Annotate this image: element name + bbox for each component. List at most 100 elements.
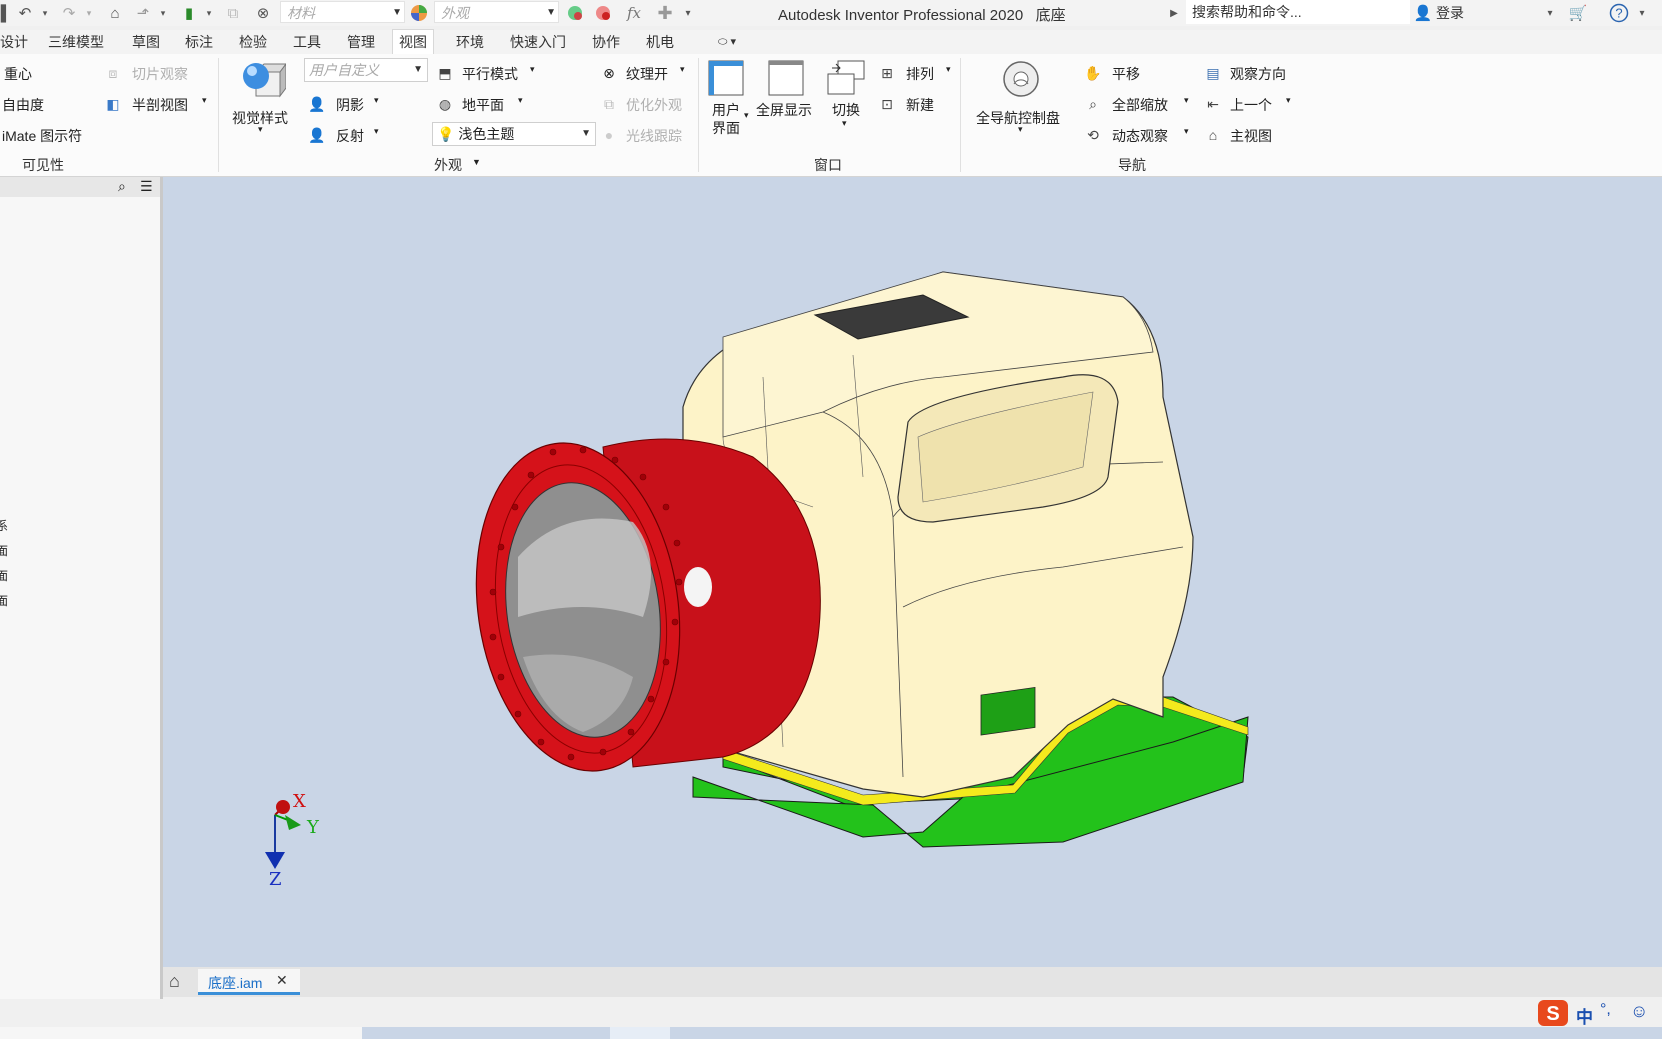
appearance-icon[interactable] bbox=[408, 2, 430, 24]
arrange-dropdown-icon[interactable]: ▾ bbox=[946, 64, 951, 75]
browser-node-partial[interactable]: 系 bbox=[0, 517, 8, 534]
parallel-mode-dropdown-icon[interactable]: ▾ bbox=[530, 64, 535, 75]
user-interface-label-1[interactable]: 用户 bbox=[712, 100, 740, 120]
app-menu-icon[interactable]: ▌ bbox=[1, 2, 12, 24]
tab-sketch[interactable]: 草图 bbox=[126, 30, 166, 54]
clear-appearance-icon[interactable] bbox=[592, 2, 614, 24]
tab-inspect[interactable]: 检验 bbox=[233, 30, 273, 54]
redo-icon[interactable]: ↷ bbox=[58, 2, 80, 24]
tab-view[interactable]: 视图 bbox=[392, 29, 434, 56]
plus-icon[interactable]: ✚ bbox=[654, 2, 676, 24]
new-window-button[interactable]: 新建 bbox=[906, 95, 934, 115]
degrees-of-freedom-button[interactable]: 自由度 bbox=[2, 95, 44, 115]
material-combo[interactable]: 材料 ▼ bbox=[280, 1, 405, 23]
arrange-button[interactable]: 排列 bbox=[906, 64, 934, 84]
tab-design[interactable]: 设计 bbox=[0, 30, 34, 54]
user-interface-dropdown-icon[interactable]: ▾ bbox=[744, 110, 749, 121]
axis-triad[interactable]: X Y Z bbox=[243, 791, 343, 897]
ime-mode-label[interactable]: 中 bbox=[1576, 1003, 1593, 1028]
reflection-button[interactable]: 反射 bbox=[336, 126, 364, 146]
shadow-button[interactable]: 阴影 bbox=[336, 95, 364, 115]
login-dropdown-icon[interactable]: ▾ bbox=[1544, 2, 1556, 24]
ime-punctuation[interactable]: °, bbox=[1600, 1001, 1611, 1019]
browser-node-partial[interactable]: 面 bbox=[0, 592, 8, 609]
tab-annotate[interactable]: 标注 bbox=[179, 30, 219, 54]
previous-dropdown-icon[interactable]: ▾ bbox=[1286, 95, 1291, 106]
imate-glyph-button[interactable]: iMate 图示符 bbox=[2, 126, 82, 146]
tab-get-started[interactable]: 快速入门 bbox=[504, 30, 572, 54]
update-icon[interactable]: ▮ bbox=[178, 2, 200, 24]
reflection-dropdown-icon[interactable]: ▾ bbox=[374, 126, 379, 137]
texture-dropdown-icon[interactable]: ▾ bbox=[680, 64, 685, 75]
nav-wheel-dropdown-icon[interactable]: ▾ bbox=[1018, 124, 1023, 135]
switch-dropdown-icon[interactable]: ▾ bbox=[842, 118, 847, 129]
tab-collaborate[interactable]: 协作 bbox=[586, 30, 626, 54]
ime-logo-icon[interactable]: S bbox=[1536, 999, 1570, 1027]
switch-window-button[interactable]: 切换 bbox=[832, 100, 860, 120]
pan-button[interactable]: 平移 bbox=[1112, 64, 1140, 84]
zoom-dropdown-icon[interactable]: ▾ bbox=[1184, 95, 1189, 106]
half-section-button[interactable]: 半剖视图 bbox=[132, 95, 188, 115]
orbit-dropdown-icon[interactable]: ▾ bbox=[1184, 126, 1189, 137]
search-expand-icon[interactable]: ▶ bbox=[1168, 2, 1180, 24]
home-icon[interactable]: ⌂ bbox=[104, 2, 126, 24]
document-tab[interactable]: 底座.iam ✕ bbox=[198, 969, 300, 995]
measure-icon[interactable]: ⧉ bbox=[222, 2, 244, 24]
zoom-all-button[interactable]: 全部缩放 bbox=[1112, 95, 1168, 115]
graphics-viewport[interactable]: X Y Z bbox=[163, 177, 1662, 967]
optimize-appearance-button[interactable]: 优化外观 bbox=[626, 95, 682, 115]
tab-tools[interactable]: 工具 bbox=[287, 30, 327, 54]
browser-node-partial[interactable]: 面 bbox=[0, 567, 8, 584]
orbit-button[interactable]: 动态观察 bbox=[1112, 126, 1168, 146]
tab-environment[interactable]: 环境 bbox=[450, 30, 490, 54]
ground-plane-button[interactable]: 地平面 bbox=[462, 95, 504, 115]
ime-emoji-icon[interactable]: ☺ bbox=[1630, 1001, 1648, 1022]
previous-view-button[interactable]: 上一个 bbox=[1230, 95, 1272, 115]
material-icon[interactable]: ⊗ bbox=[252, 2, 274, 24]
fullscreen-button[interactable]: 全屏显示 bbox=[756, 100, 812, 120]
lamp-model[interactable] bbox=[163, 177, 1662, 967]
appearance-combo[interactable]: 外观 ▼ bbox=[434, 1, 559, 23]
search-input[interactable]: 搜索帮助和命令... bbox=[1186, 0, 1410, 24]
tab-3d-model[interactable]: 三维模型 bbox=[42, 30, 110, 54]
undo-dropdown-icon[interactable]: ▾ bbox=[40, 2, 50, 24]
customize-icon[interactable]: ▾ bbox=[680, 2, 696, 24]
window-title: Autodesk Inventor Professional 2020 底座 bbox=[778, 4, 1066, 25]
slice-graphics-button[interactable]: 切片观察 bbox=[132, 64, 188, 84]
view-rep-combo[interactable]: 用户自定义 ▼ bbox=[304, 58, 428, 82]
parallel-mode-button[interactable]: 平行模式 bbox=[462, 64, 518, 84]
lighting-theme-combo[interactable]: 💡 浅色主题 ▼ bbox=[432, 122, 596, 146]
redo-dropdown-icon[interactable]: ▾ bbox=[84, 2, 94, 24]
login-button[interactable]: 登录 bbox=[1436, 2, 1476, 24]
tab-electromechanical[interactable]: 机电 bbox=[640, 30, 680, 54]
browser-node-partial[interactable]: 面 bbox=[0, 542, 8, 559]
user-icon[interactable]: 👤 bbox=[1412, 2, 1434, 24]
navigation-panel-label: 导航 bbox=[1118, 157, 1146, 173]
search-icon[interactable]: ⌕ bbox=[118, 178, 126, 195]
visual-style-dropdown-icon[interactable]: ▾ bbox=[258, 124, 263, 135]
tab-manage[interactable]: 管理 bbox=[341, 30, 381, 54]
adjust-appearance-icon[interactable] bbox=[564, 2, 586, 24]
menu-icon[interactable]: ☰ bbox=[140, 178, 153, 195]
ground-plane-dropdown-icon[interactable]: ▾ bbox=[518, 95, 523, 106]
select-icon[interactable]: ⬏ bbox=[132, 2, 154, 24]
user-interface-label-2[interactable]: 界面 bbox=[712, 118, 740, 138]
select-dropdown-icon[interactable]: ▾ bbox=[158, 2, 168, 24]
look-at-button[interactable]: 观察方向 bbox=[1230, 64, 1286, 84]
ray-tracing-button[interactable]: 光线跟踪 bbox=[626, 126, 682, 146]
appearance-panel-expand-icon[interactable]: ▼ bbox=[472, 157, 481, 167]
close-icon[interactable]: ✕ bbox=[276, 972, 288, 989]
help-icon[interactable]: ? bbox=[1608, 2, 1630, 24]
home-icon[interactable]: ⌂ bbox=[169, 971, 180, 992]
undo-icon[interactable]: ↶ bbox=[14, 2, 36, 24]
center-of-gravity-button[interactable]: 重心 bbox=[4, 64, 32, 84]
shadow-dropdown-icon[interactable]: ▾ bbox=[374, 95, 379, 106]
half-section-dropdown-icon[interactable]: ▾ bbox=[202, 95, 207, 106]
ribbon-display-toggle[interactable]: ⬭ ▾ bbox=[712, 30, 742, 54]
fx-icon[interactable]: fx bbox=[622, 2, 646, 24]
home-view-button[interactable]: 主视图 bbox=[1230, 126, 1272, 146]
cart-icon[interactable]: 🛒 bbox=[1566, 2, 1590, 24]
help-dropdown-icon[interactable]: ▾ bbox=[1636, 2, 1648, 24]
update-dropdown-icon[interactable]: ▾ bbox=[204, 2, 214, 24]
texture-on-button[interactable]: 纹理开 bbox=[626, 64, 668, 84]
